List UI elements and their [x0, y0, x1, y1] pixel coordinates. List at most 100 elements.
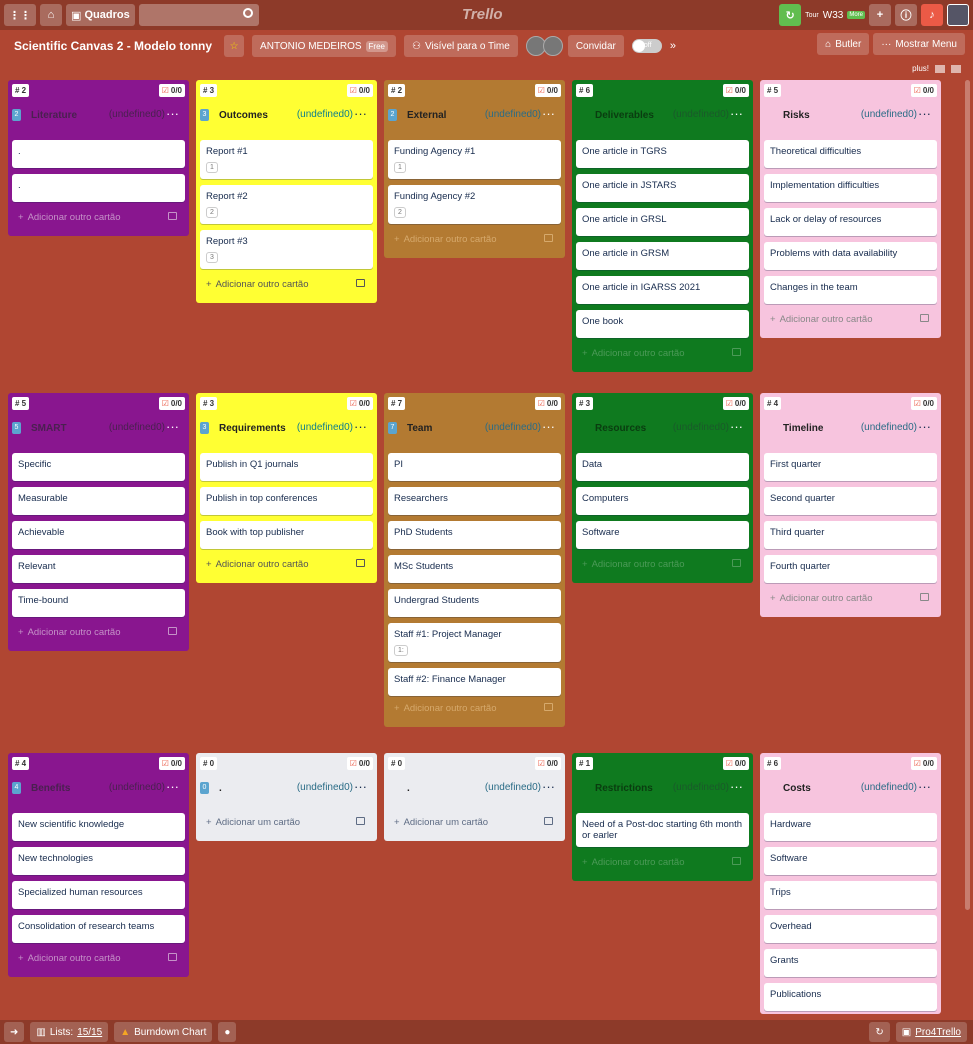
- card[interactable]: One article in JSTARS: [576, 174, 749, 202]
- card[interactable]: Measurable: [12, 487, 185, 515]
- list[interactable]: # 0 0/0 0. (undefined0)··· +Adicionar um car…: [196, 753, 377, 841]
- list-title[interactable]: Risks: [783, 110, 810, 121]
- card[interactable]: Researchers: [388, 487, 561, 515]
- list-menu-icon[interactable]: ···: [354, 779, 367, 794]
- card[interactable]: One article in GRSL: [576, 208, 749, 236]
- list-title[interactable]: Deliverables: [595, 110, 654, 121]
- card[interactable]: Need of a Post-doc starting 6th month or…: [576, 813, 749, 847]
- card[interactable]: Hardware: [764, 813, 937, 841]
- list-menu-icon[interactable]: ···: [730, 419, 743, 434]
- card[interactable]: PhD Students: [388, 521, 561, 549]
- card[interactable]: Publish in Q1 journals: [200, 453, 373, 481]
- card[interactable]: Second quarter: [764, 487, 937, 515]
- list-menu-icon[interactable]: ···: [166, 419, 179, 434]
- add-card-button[interactable]: + Adicionar outro cartão: [576, 555, 749, 583]
- template-icon[interactable]: [168, 212, 177, 220]
- list[interactable]: # 2 0/0 2 External (undefined0)··· Funding Ag…: [384, 80, 565, 258]
- card[interactable]: One article in TGRS: [576, 140, 749, 168]
- card[interactable]: Problems with data availability: [764, 242, 937, 270]
- card[interactable]: Staff #1: Project Manager 1:: [388, 623, 561, 662]
- add-card-button[interactable]: + Adicionar outro cartão: [12, 949, 185, 977]
- list[interactable]: # 5 0/0 5 SMART (undefined0)··· Specific Measu…: [8, 393, 189, 651]
- list-menu-icon[interactable]: ···: [542, 106, 555, 121]
- add-card-button[interactable]: + Adicionar outro cartão: [200, 555, 373, 583]
- card[interactable]: Funding Agency #1 1: [388, 140, 561, 179]
- add-card-button[interactable]: + Adicionar um cartão: [200, 813, 373, 841]
- list-menu-icon[interactable]: ···: [918, 419, 931, 434]
- visibility-button[interactable]: ⚇ Visível para o Time: [404, 35, 518, 57]
- card[interactable]: New scientific knowledge: [12, 813, 185, 841]
- card[interactable]: .: [12, 140, 185, 168]
- card[interactable]: Changes in the team: [764, 276, 937, 304]
- list-title[interactable]: .: [219, 783, 222, 794]
- card[interactable]: Specific: [12, 453, 185, 481]
- card[interactable]: PI: [388, 453, 561, 481]
- list-title[interactable]: SMART: [31, 423, 67, 434]
- add-card-button[interactable]: + Adicionar um cartão: [388, 813, 561, 841]
- card[interactable]: Data: [576, 453, 749, 481]
- pro4trello-button[interactable]: ▣ Pro4Trello: [895, 1022, 967, 1042]
- list-title[interactable]: .: [407, 783, 410, 794]
- arrow-right-icon[interactable]: ➜: [4, 1022, 25, 1042]
- card[interactable]: Achievable: [12, 521, 185, 549]
- template-icon[interactable]: [168, 953, 177, 961]
- template-icon[interactable]: [732, 559, 741, 567]
- card[interactable]: One article in IGARSS 2021: [576, 276, 749, 304]
- list-menu-icon[interactable]: ···: [730, 106, 743, 121]
- burndown-chart-button[interactable]: ▲ Burndown Chart: [114, 1022, 213, 1042]
- card[interactable]: Theoretical difficulties: [764, 140, 937, 168]
- list[interactable]: # 4 0/0 Timeline (undefined0)··· First quart…: [760, 393, 941, 617]
- card[interactable]: One book: [576, 310, 749, 338]
- list-title[interactable]: Requirements: [219, 423, 286, 434]
- card[interactable]: Undergrad Students: [388, 589, 561, 617]
- list-menu-icon[interactable]: ···: [354, 419, 367, 434]
- card[interactable]: Third quarter: [764, 521, 937, 549]
- template-icon[interactable]: [356, 817, 365, 825]
- show-menu-button[interactable]: ··· Mostrar Menu: [873, 33, 965, 55]
- list-menu-icon[interactable]: ···: [354, 106, 367, 121]
- card[interactable]: Software: [764, 847, 937, 875]
- member-avatars[interactable]: [525, 36, 563, 56]
- list[interactable]: # 70/07Team(undefined0)···PIResearchersP…: [384, 393, 565, 727]
- list-title[interactable]: Outcomes: [219, 110, 268, 121]
- apps-grid-icon[interactable]: ⋮⋮: [4, 4, 36, 26]
- chart-icon[interactable]: [951, 64, 961, 73]
- card[interactable]: Overhead: [764, 915, 937, 943]
- card[interactable]: Staff #2: Finance Manager: [388, 668, 561, 696]
- template-icon[interactable]: [544, 817, 553, 825]
- card[interactable]: Report #1 1: [200, 140, 373, 179]
- template-icon[interactable]: [732, 857, 741, 865]
- add-card-button[interactable]: + Adicionar outro cartão: [388, 699, 561, 727]
- settings-icon[interactable]: ●: [218, 1022, 237, 1042]
- board-title[interactable]: Scientific Canvas 2 - Modelo tonny: [14, 39, 212, 53]
- card[interactable]: Publications: [764, 983, 937, 1011]
- card[interactable]: Lack or delay of resources: [764, 208, 937, 236]
- card[interactable]: Consolidation of research teams: [12, 915, 185, 943]
- list[interactable]: # 3 0/0 Resources (undefined0)··· Data Comput…: [572, 393, 753, 583]
- list-title[interactable]: Team: [407, 423, 432, 434]
- list[interactable]: # 0 0/0. (undefined0)··· +Adicionar um cart…: [384, 753, 565, 841]
- member-avatar[interactable]: [542, 36, 563, 56]
- card[interactable]: Relevant: [12, 555, 185, 583]
- workspace-button[interactable]: ANTONIO MEDEIROS Free: [252, 35, 396, 57]
- create-button[interactable]: +: [869, 4, 891, 26]
- list-title[interactable]: Costs: [783, 783, 811, 794]
- card[interactable]: Funding Agency #2 2: [388, 185, 561, 224]
- refresh-icon[interactable]: ↻: [869, 1022, 890, 1042]
- card[interactable]: Computers: [576, 487, 749, 515]
- template-icon[interactable]: [356, 559, 365, 567]
- card[interactable]: Trips: [764, 881, 937, 909]
- card[interactable]: New technologies: [12, 847, 185, 875]
- list-menu-icon[interactable]: ···: [542, 779, 555, 794]
- list[interactable]: # 1 0/0 Restrictions (undefined0)··· Need of…: [572, 753, 753, 881]
- list[interactable]: # 6 0/0 Costs (undefined0)··· Hardware Softwa…: [760, 753, 941, 1014]
- template-icon[interactable]: [356, 279, 365, 287]
- list[interactable]: # 5 0/0 Risks (undefined0)··· Theoretical di…: [760, 80, 941, 338]
- card[interactable]: Software: [576, 521, 749, 549]
- power-toggle[interactable]: off: [631, 39, 662, 53]
- extension-button[interactable]: ↻: [779, 4, 802, 26]
- list-title[interactable]: Timeline: [783, 423, 823, 434]
- list-menu-icon[interactable]: ···: [542, 419, 555, 434]
- search-input[interactable]: [138, 4, 259, 26]
- list-title[interactable]: Benefits: [31, 783, 70, 794]
